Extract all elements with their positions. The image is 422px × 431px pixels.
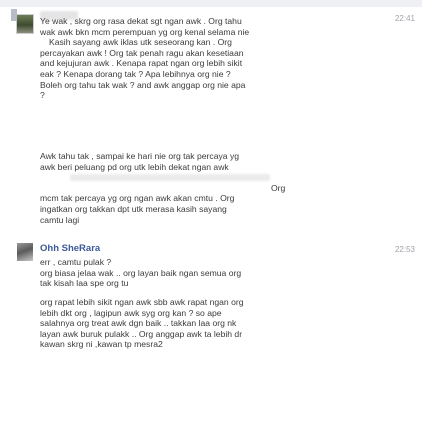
text-line: awk beri peluang pd org utk lebih dekat … [40, 161, 229, 172]
text-line: org rapat lebih sikit ngan awk sbb awk r… [40, 297, 244, 307]
message-text: Awk tahu tak , sampai ke hari nie org ta… [40, 151, 352, 225]
text-line: eak ? Kenapa dorang tak ? Apa lebihnya o… [40, 68, 231, 79]
text-line: kawan skrg ni ,kawan tp mesra2 [40, 339, 163, 350]
text-line: Awk tahu tak , sampai ke hari nie org ta… [40, 151, 240, 161]
text-line: lebih dkt org , lagipun awk syg org kan … [40, 307, 222, 318]
sender-name[interactable]: Ohh SheRara [40, 243, 100, 254]
text-line: Ye wak , skrg org rasa dekat sgt ngan aw… [40, 16, 242, 26]
text-line: mcm tak percaya yg org ngan awk akan cmt… [40, 193, 235, 204]
text-line: Boleh org tahu tak wak ? and awk anggap … [40, 79, 246, 90]
message-text: err , camtu pulak ? org biasa jelaa wak … [40, 257, 352, 289]
avatar[interactable] [17, 243, 33, 261]
text-line: err , camtu pulak ? [40, 257, 112, 267]
text-line: wak awk bkn mcm perempuan yg org kenal s… [40, 26, 250, 37]
message-text: org rapat lebih sikit ngan awk sbb awk r… [40, 297, 352, 350]
message-timestamp: 22:53 [394, 245, 415, 254]
text-line: layan awk buruk pulakk .. Org anggap awk… [40, 328, 243, 339]
text-line: ? [40, 90, 45, 101]
text-line: camtu lagi [40, 214, 80, 225]
message-timestamp: 22:41 [394, 14, 415, 23]
text-line: tak kisah laa spe org tu [40, 278, 129, 289]
message-text: Ye wak , skrg org rasa dekat sgt ngan aw… [40, 16, 352, 101]
text-line-redacted [40, 172, 352, 183]
window-top-edge [0, 0, 422, 7]
text-line: percayakan awk ! Org tak penah ragu akan… [40, 47, 244, 58]
avatar[interactable] [11, 9, 34, 34]
text-line: ingatkan org takkan dpt utk merasa kasih… [40, 203, 227, 214]
redacted-text [70, 174, 270, 182]
text-line: salahnya org treat awk dgn baik .. takka… [40, 318, 237, 329]
text-line: org biasa jelaa wak .. org layan baik ng… [40, 267, 242, 278]
text-line: Kasih sayang awk iklas utk seseorang kan… [49, 37, 232, 48]
text-line: Org [271, 182, 286, 193]
text-line: and kejujuran awk . Kenapa rapat ngan or… [40, 58, 243, 69]
